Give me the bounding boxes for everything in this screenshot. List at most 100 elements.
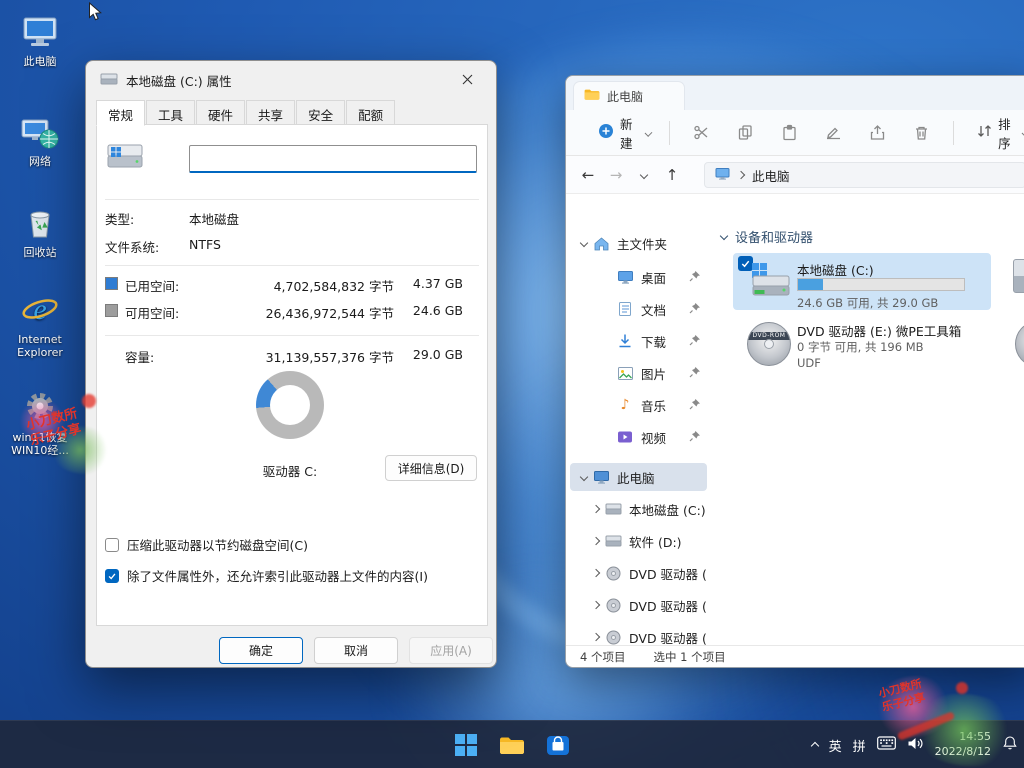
sidebar-item-videos[interactable]: 视频	[570, 423, 707, 451]
sidebar-item-home[interactable]: 主文件夹	[570, 229, 707, 257]
plus-circle-icon	[598, 123, 614, 142]
chevron-down-icon	[580, 473, 588, 481]
capacity-donut	[256, 371, 324, 439]
desktop-icon-this-pc[interactable]: 此电脑	[2, 12, 78, 68]
used-space-label: 已用空间:	[125, 276, 179, 295]
sidebar-item-drive-c[interactable]: 本地磁盘 (C:)	[570, 495, 707, 523]
chevron-right-icon	[592, 569, 600, 577]
sidebar-item-music[interactable]: ♪ 音乐	[570, 391, 707, 419]
touch-keyboard-icon[interactable]	[877, 736, 896, 754]
volume-icon[interactable]	[907, 736, 924, 755]
close-button[interactable]	[448, 66, 486, 92]
sidebar-item-documents[interactable]: 文档	[570, 295, 707, 323]
sidebar-item-drive-f[interactable]: DVD 驱动器 (F	[570, 591, 707, 619]
explorer-toolbar: 新建 排序	[566, 110, 1024, 156]
clock[interactable]: 14:55 2022/8/12	[935, 730, 991, 760]
up-button[interactable]: ↑	[658, 161, 686, 189]
dvd-disc-icon-cutoff	[1015, 322, 1024, 366]
recent-locations-button[interactable]	[630, 161, 658, 189]
sidebar-item-desktop[interactable]: 桌面	[570, 263, 707, 291]
sidebar-item-this-pc[interactable]: 此电脑	[570, 463, 707, 491]
cancel-button[interactable]: 取消	[314, 637, 398, 664]
item-count: 4 个项目	[580, 649, 625, 665]
back-button[interactable]: ←	[574, 161, 602, 189]
ok-button[interactable]: 确定	[219, 637, 303, 664]
home-icon	[592, 235, 610, 252]
dialog-titlebar[interactable]: 本地磁盘 (C:) 属性	[86, 61, 496, 95]
forward-button[interactable]: →	[602, 161, 630, 189]
cut-button[interactable]	[685, 116, 719, 150]
used-space-bytes: 4,702,584,832 字节	[237, 276, 394, 295]
drive-info: 24.6 GB 可用, 共 29.0 GB	[797, 295, 938, 311]
details-button[interactable]: 详细信息(D)	[385, 455, 477, 481]
dvd-disc-icon: DVD-ROM	[747, 322, 791, 366]
dvd-icon	[604, 598, 622, 613]
gear-icon	[20, 388, 60, 428]
sort-icon	[976, 123, 993, 142]
desktop-icon-internet-explorer[interactable]: e Internet Explorer	[2, 290, 78, 359]
explorer-tab[interactable]: 此电脑	[573, 81, 685, 110]
checkbox-checked[interactable]	[105, 569, 119, 583]
capacity-bar-fill	[798, 279, 823, 290]
group-header-devices[interactable]: 设备和驱动器	[721, 226, 813, 246]
explorer-titlebar[interactable]: 此电脑	[566, 76, 1024, 110]
sort-button[interactable]: 排序	[970, 116, 1024, 150]
drive-small-icon	[100, 71, 118, 90]
start-button[interactable]	[446, 725, 486, 765]
chevron-down-icon	[720, 232, 728, 240]
desktop-icon-recycle-bin[interactable]: 回收站	[2, 203, 78, 259]
apply-button[interactable]: 应用(A)	[409, 637, 493, 664]
breadcrumb[interactable]: 此电脑	[752, 166, 790, 185]
address-bar[interactable]: 此电脑	[704, 162, 1024, 188]
folder-icon	[584, 88, 600, 104]
explorer-taskbar-button[interactable]	[492, 725, 532, 765]
properties-dialog: 本地磁盘 (C:) 属性 常规 工具 硬件 共享 安全 配额 类型: 本地磁盘 …	[85, 60, 497, 668]
tab-general[interactable]: 常规	[96, 100, 145, 126]
used-space-size: 4.37 GB	[397, 276, 463, 291]
pin-icon	[689, 270, 701, 285]
this-pc-small-icon	[592, 470, 610, 485]
chevron-down-icon	[580, 239, 588, 247]
delete-button[interactable]	[904, 116, 938, 150]
sidebar-item-drive-e[interactable]: DVD 驱动器 (E	[570, 559, 707, 587]
tab-security[interactable]: 安全	[296, 100, 345, 125]
notification-bell-icon[interactable]	[1002, 735, 1018, 755]
sidebar-item-drive-d[interactable]: 软件 (D:)	[570, 527, 707, 555]
chevron-right-icon	[592, 601, 600, 609]
sidebar-item-pictures[interactable]: 图片	[570, 359, 707, 387]
desktop-icon-network[interactable]: 网络	[2, 112, 78, 168]
filesystem-value: NTFS	[189, 237, 221, 252]
tab-quota[interactable]: 配额	[346, 100, 395, 125]
copy-button[interactable]	[729, 116, 763, 150]
compress-checkbox[interactable]: 压缩此驱动器以节约磁盘空间(C)	[105, 535, 308, 554]
ime-lang-indicator[interactable]: 英	[829, 736, 842, 755]
index-checkbox[interactable]: 除了文件属性外，还允许索引此驱动器上文件的内容(I)	[105, 566, 428, 585]
tab-hardware[interactable]: 硬件	[196, 100, 245, 125]
sidebar-item-downloads[interactable]: 下载	[570, 327, 707, 355]
new-button[interactable]: 新建	[590, 116, 659, 150]
drive-tile-dvd-e[interactable]: DVD-ROM DVD 驱动器 (E:) 微PE工具箱 0 字节 可用, 共 1…	[733, 316, 991, 373]
rename-button[interactable]	[816, 116, 850, 150]
paste-button[interactable]	[772, 116, 806, 150]
share-button[interactable]	[860, 116, 894, 150]
checkbox-unchecked[interactable]	[105, 538, 119, 552]
type-label: 类型:	[105, 209, 134, 228]
tab-tools[interactable]: 工具	[146, 100, 195, 125]
chevron-right-icon	[737, 171, 745, 179]
dialog-tabs: 常规 工具 硬件 共享 安全 配额	[96, 100, 396, 126]
tab-sharing[interactable]: 共享	[246, 100, 295, 125]
ime-mode-indicator[interactable]: 拼	[853, 736, 866, 755]
filesystem-label: 文件系统:	[105, 237, 159, 256]
drive-tile-c[interactable]: 本地磁盘 (C:) 24.6 GB 可用, 共 29.0 GB	[733, 253, 991, 310]
store-taskbar-button[interactable]	[538, 725, 578, 765]
drive-icon-cutoff	[1013, 259, 1024, 293]
pictures-icon	[616, 366, 634, 381]
drive-name: 本地磁盘 (C:)	[797, 260, 874, 279]
sidebar-item-drive-g[interactable]: DVD 驱动器 (G	[570, 623, 707, 645]
volume-name-input[interactable]	[189, 145, 477, 173]
chevron-down-icon	[644, 129, 652, 137]
drive-icon	[604, 535, 622, 547]
tray-chevron-button[interactable]	[812, 738, 818, 753]
toolbar-divider	[669, 121, 670, 145]
desktop-icon-win11-restore[interactable]: win11恢复 WIN10经...	[2, 388, 78, 457]
